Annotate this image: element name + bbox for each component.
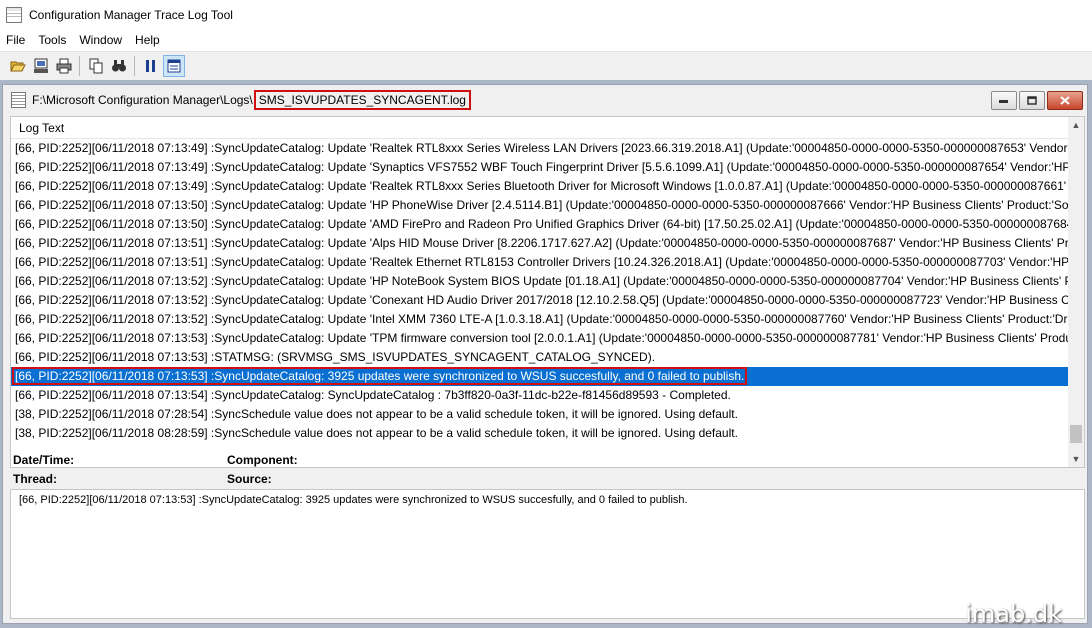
- component-label: Component:: [227, 453, 298, 467]
- print-icon[interactable]: [53, 55, 75, 77]
- datetime-label: Date/Time:: [13, 453, 75, 467]
- scrollbar-thumb[interactable]: [1070, 425, 1082, 443]
- menu-window[interactable]: Window: [73, 33, 129, 47]
- log-row-text: [66, PID:2252][06/11/2018 07:13:52] :Syn…: [15, 312, 1069, 326]
- window-title: Configuration Manager Trace Log Tool: [29, 8, 233, 22]
- log-row-text: [66, PID:2252][06/11/2018 07:13:51] :Syn…: [15, 255, 1069, 269]
- print-preview-icon[interactable]: [30, 55, 52, 77]
- log-row[interactable]: [66, PID:2252][06/11/2018 07:13:52] :Syn…: [11, 291, 1069, 310]
- document-icon: [11, 92, 26, 108]
- title-bar: Configuration Manager Trace Log Tool: [0, 0, 1092, 30]
- log-row-text: [66, PID:2252][06/11/2018 07:13:53] :Syn…: [15, 331, 1069, 345]
- window-controls: [989, 91, 1083, 110]
- log-list[interactable]: Log Text [66, PID:2252][06/11/2018 07:13…: [10, 116, 1085, 468]
- log-row[interactable]: [66, PID:2252][06/11/2018 07:13:52] :Syn…: [11, 272, 1069, 291]
- document-path: F:\Microsoft Configuration Manager\Logs\: [32, 93, 253, 107]
- log-row-text: [38, PID:2252][06/11/2018 08:28:59] :Syn…: [15, 426, 738, 440]
- copy-icon[interactable]: [85, 55, 107, 77]
- minimize-button[interactable]: [991, 91, 1017, 110]
- log-row-text: [66, PID:2252][06/11/2018 07:13:52] :Syn…: [15, 274, 1069, 288]
- toolbar-separator: [79, 56, 80, 76]
- log-document-window: F:\Microsoft Configuration Manager\Logs\…: [2, 84, 1088, 624]
- menu-file[interactable]: File: [0, 33, 32, 47]
- restore-button[interactable]: [1019, 91, 1045, 110]
- minimize-icon: [999, 99, 1008, 103]
- log-row[interactable]: [66, PID:2252][06/11/2018 07:13:50] :Syn…: [11, 215, 1069, 234]
- log-row[interactable]: [66, PID:2252][06/11/2018 07:13:49] :Syn…: [11, 139, 1069, 158]
- view-pane-icon[interactable]: [163, 55, 185, 77]
- log-row-text: [38, PID:2252][06/11/2018 07:28:54] :Syn…: [15, 407, 738, 421]
- log-row-text: [66, PID:2252][06/11/2018 07:13:50] :Syn…: [15, 198, 1069, 212]
- log-row[interactable]: [66, PID:2252][06/11/2018 07:13:53] :Syn…: [11, 329, 1069, 348]
- close-button[interactable]: [1047, 91, 1083, 110]
- log-row-text: [66, PID:2252][06/11/2018 07:13:50] :Syn…: [15, 217, 1069, 231]
- app-icon: [6, 7, 22, 23]
- menu-bar: File Tools Window Help: [0, 30, 1092, 50]
- log-row-text: [66, PID:2252][06/11/2018 07:13:52] :Syn…: [15, 293, 1069, 307]
- log-row-text: [66, PID:2252][06/11/2018 07:13:54] :Syn…: [15, 388, 731, 402]
- document-filename: SMS_ISVUPDATES_SYNCAGENT.log: [253, 90, 471, 110]
- log-row[interactable]: [38, PID:2252][06/11/2018 07:28:54] :Syn…: [11, 405, 1069, 424]
- menu-help[interactable]: Help: [129, 33, 167, 47]
- watermark: imab.dk: [965, 600, 1062, 628]
- find-icon[interactable]: [108, 55, 130, 77]
- menu-tools[interactable]: Tools: [32, 33, 73, 47]
- thread-label: Thread:: [13, 472, 58, 486]
- log-row[interactable]: [38, PID:2252][06/11/2018 08:28:59] :Syn…: [11, 424, 1069, 443]
- log-row-text: [66, PID:2252][06/11/2018 07:13:53] :Syn…: [12, 367, 748, 385]
- close-icon: [1060, 96, 1070, 105]
- message-details[interactable]: [66, PID:2252][06/11/2018 07:13:53] :Syn…: [10, 489, 1085, 619]
- log-row-text: [66, PID:2252][06/11/2018 07:13:53] :STA…: [15, 350, 656, 364]
- log-row[interactable]: [66, PID:2252][06/11/2018 07:13:50] :Syn…: [11, 196, 1069, 215]
- log-row[interactable]: [66, PID:2252][06/11/2018 07:13:53] :Syn…: [11, 367, 1069, 386]
- log-row-text: [66, PID:2252][06/11/2018 07:13:49] :Syn…: [15, 141, 1069, 155]
- column-header-log-text[interactable]: Log Text: [11, 117, 1084, 139]
- scroll-up-icon[interactable]: ▲: [1068, 117, 1084, 133]
- log-row-text: [66, PID:2252][06/11/2018 07:13:49] :Syn…: [15, 179, 1069, 193]
- log-row-text: [66, PID:2252][06/11/2018 07:13:51] :Syn…: [15, 236, 1069, 250]
- log-row[interactable]: [66, PID:2252][06/11/2018 07:13:49] :Syn…: [11, 177, 1069, 196]
- log-row[interactable]: [66, PID:2252][06/11/2018 07:13:52] :Syn…: [11, 310, 1069, 329]
- log-row-text: [66, PID:2252][06/11/2018 07:13:49] :Syn…: [15, 160, 1069, 174]
- log-row[interactable]: [66, PID:2252][06/11/2018 07:13:54] :Syn…: [11, 386, 1069, 405]
- log-row[interactable]: [66, PID:2252][06/11/2018 07:13:51] :Syn…: [11, 234, 1069, 253]
- vertical-scrollbar[interactable]: ▲ ▼: [1068, 117, 1084, 467]
- log-row[interactable]: [66, PID:2252][06/11/2018 07:13:49] :Syn…: [11, 158, 1069, 177]
- pause-icon[interactable]: [140, 55, 162, 77]
- restore-icon: [1027, 96, 1037, 105]
- log-row[interactable]: [66, PID:2252][06/11/2018 07:13:53] :STA…: [11, 348, 1069, 367]
- log-row[interactable]: [66, PID:2252][06/11/2018 07:13:51] :Syn…: [11, 253, 1069, 272]
- source-label: Source:: [227, 472, 272, 486]
- log-details: Date/Time: Component: Thread: Source:: [13, 453, 1083, 493]
- document-title-bar: F:\Microsoft Configuration Manager\Logs\…: [3, 85, 1087, 115]
- open-folder-icon[interactable]: [7, 55, 29, 77]
- toolbar: [0, 51, 1092, 81]
- log-rows: [66, PID:2252][06/11/2018 07:13:49] :Syn…: [11, 139, 1069, 467]
- toolbar-separator: [134, 56, 135, 76]
